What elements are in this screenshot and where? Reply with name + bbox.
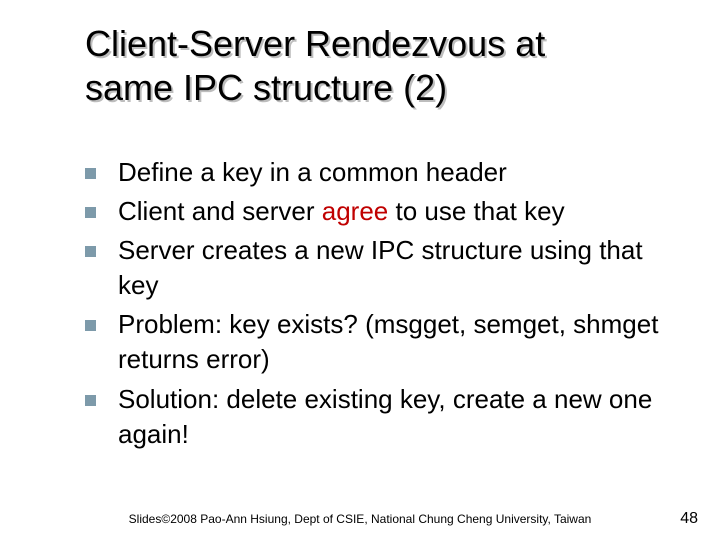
- bullet-text: Server creates a new IPC structure using…: [118, 233, 680, 303]
- bullet-text: Problem: key exists? (msgget, semget, sh…: [118, 307, 680, 377]
- list-item: Client and server agree to use that key: [85, 194, 680, 229]
- text-pre: Problem: key exists? (msgget, semget, sh…: [118, 309, 658, 374]
- title-line1: Client-Server Rendezvous at: [85, 23, 545, 64]
- text-pre: Client and server: [118, 196, 322, 226]
- slide-footer: Slides©2008 Pao-Ann Hsiung, Dept of CSIE…: [0, 512, 720, 526]
- text-highlight: agree: [322, 196, 389, 226]
- bullet-text: Client and server agree to use that key: [118, 194, 680, 229]
- text-pre: Solution: delete existing key, create a …: [118, 384, 652, 449]
- square-bullet-icon: [85, 168, 96, 179]
- square-bullet-icon: [85, 207, 96, 218]
- bullet-text: Solution: delete existing key, create a …: [118, 382, 680, 452]
- bullet-text: Define a key in a common header: [118, 155, 680, 190]
- slide-title: Client-Server Rendezvous at same IPC str…: [85, 22, 685, 110]
- square-bullet-icon: [85, 320, 96, 331]
- page-number: 48: [680, 510, 698, 528]
- title-line2: same IPC structure (2): [85, 67, 447, 108]
- text-pre: Define a key in a common header: [118, 157, 507, 187]
- square-bullet-icon: [85, 246, 96, 257]
- square-bullet-icon: [85, 395, 96, 406]
- list-item: Server creates a new IPC structure using…: [85, 233, 680, 303]
- text-post: to use that key: [388, 196, 564, 226]
- title-front: Client-Server Rendezvous at same IPC str…: [85, 22, 685, 110]
- list-item: Solution: delete existing key, create a …: [85, 382, 680, 452]
- list-item: Problem: key exists? (msgget, semget, sh…: [85, 307, 680, 377]
- slide-body: Define a key in a common header Client a…: [85, 155, 680, 456]
- list-item: Define a key in a common header: [85, 155, 680, 190]
- text-pre: Server creates a new IPC structure using…: [118, 235, 643, 300]
- slide: Client-Server Rendezvous at same IPC str…: [0, 0, 720, 540]
